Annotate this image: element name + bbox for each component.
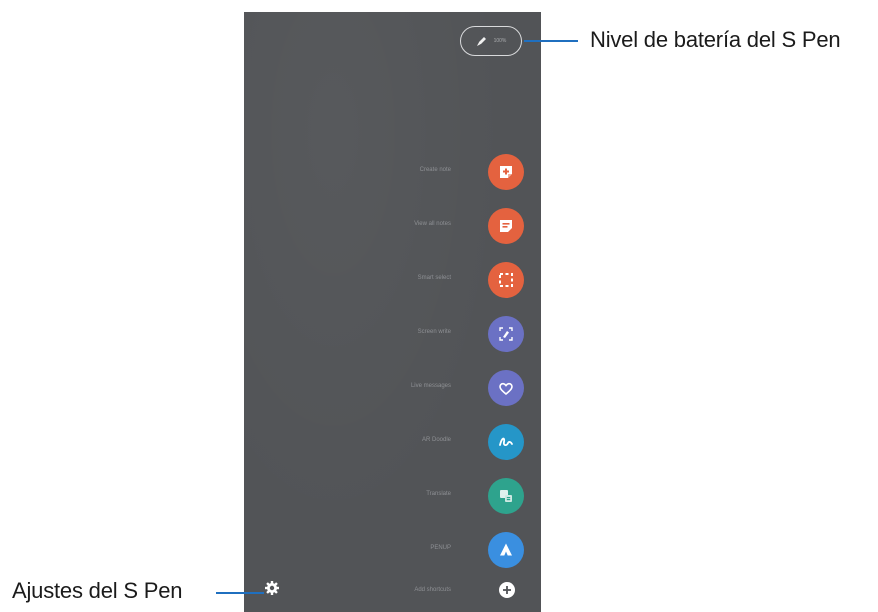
menu-item-label: AR Doodle [421,437,451,443]
live-messages-icon[interactable] [488,370,524,406]
menu-item-label: Create note [419,167,451,173]
menu-item-label: Screen write [417,329,451,335]
menu-item-label: PENUP [430,545,451,551]
menu-item-label: Live messages [410,383,451,389]
add-icon[interactable] [499,582,515,598]
menu-item-label: View all notes [414,221,451,227]
penup-icon[interactable] [488,532,524,568]
menu-item-screen-write[interactable]: Screen write [244,314,541,354]
menu-item-label: Smart select [417,275,451,281]
menu-item-add-shortcuts[interactable]: Add shortcuts [244,570,541,610]
smart-select-icon[interactable] [488,262,524,298]
spen-icon [476,37,486,46]
menu-item-live-messages[interactable]: Live messages [244,368,541,408]
gear-icon[interactable] [264,580,280,596]
notes-list-icon[interactable] [488,208,524,244]
menu-item-label: Add shortcuts [414,587,451,593]
menu-item-smart-select[interactable]: Smart select [244,260,541,300]
settings-callout-label: Ajustes del S Pen [12,578,183,603]
menu-item-ar-doodle[interactable]: AR Doodle [244,422,541,462]
menu-item-view-all-notes[interactable]: View all notes [244,206,541,246]
battery-callout-line [524,40,578,42]
menu-item-create-note[interactable]: Create note [244,152,541,192]
battery-percentage: 100% [493,38,507,44]
new-note-icon[interactable] [488,154,524,190]
settings-callout-line [216,592,264,594]
spen-battery-indicator: 100% [460,26,522,56]
screen-write-icon[interactable] [488,316,524,352]
menu-item-penup[interactable]: PENUP [244,530,541,570]
air-command-panel: 100% Create note View all notes Smart se… [244,12,541,612]
menu-item-label: Translate [426,491,451,497]
translate-icon[interactable] [488,478,524,514]
battery-callout-label: Nivel de batería del S Pen [590,27,841,52]
menu-item-translate[interactable]: Translate [244,476,541,516]
ar-doodle-icon[interactable] [488,424,524,460]
